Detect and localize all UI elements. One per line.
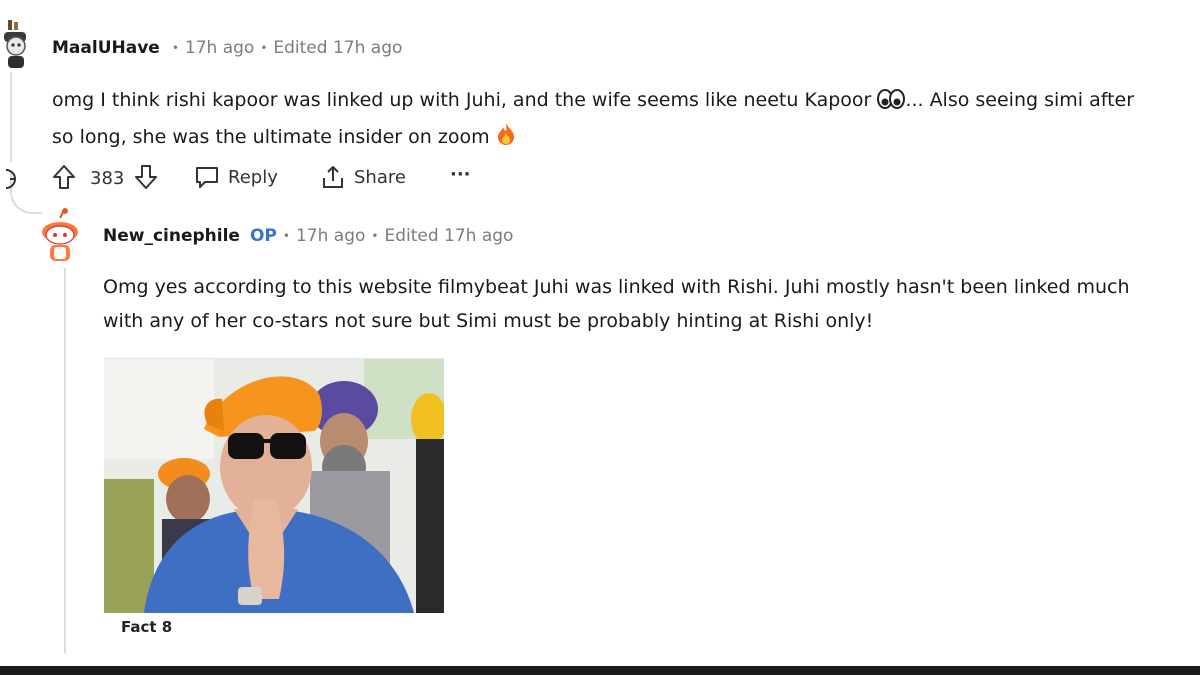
thread-line[interactable] (64, 268, 66, 653)
downvote-button[interactable] (134, 164, 158, 190)
comment-text-line: with any of her co-stars not sure but Si… (103, 310, 874, 332)
avatar[interactable] (2, 18, 40, 68)
username[interactable]: MaalUHave (52, 38, 160, 58)
comment-action-bar: 383 Reply Share ··· (0, 160, 600, 198)
timestamp[interactable]: 17h ago (185, 38, 254, 58)
avatar[interactable] (38, 208, 84, 264)
comment-body: omg I think rishi kapoor was linked up w… (52, 83, 1192, 157)
username[interactable]: New_cinephile (103, 226, 240, 246)
collapse-icon (5, 169, 16, 189)
share-label: Share (354, 166, 406, 188)
image-caption: Fact 8 (121, 618, 173, 636)
comment-text-line: ... Also seeing simi after (905, 89, 1135, 111)
comment-image[interactable] (104, 358, 444, 613)
more-options-icon: ··· (450, 164, 471, 185)
comment-body: Omg yes according to this website filmyb… (103, 270, 1193, 338)
upvote-button[interactable] (52, 164, 76, 190)
timestamp[interactable]: 17h ago (296, 226, 365, 246)
edited-label: Edited 17h ago (384, 226, 514, 246)
bottom-border (0, 666, 1200, 675)
separator-dot: • (171, 41, 179, 55)
eyes-emoji-icon (877, 86, 906, 120)
fire-emoji-icon (496, 122, 516, 157)
comment-text-line: Omg yes according to this website filmyb… (103, 276, 1130, 298)
share-icon (323, 166, 343, 188)
upvote-arrow-icon (53, 165, 75, 189)
share-button[interactable]: Share (320, 164, 406, 190)
separator-dot: • (260, 41, 268, 55)
collapse-thread-button[interactable] (2, 166, 24, 192)
vote-count: 383 (90, 168, 125, 189)
op-badge: OP (249, 226, 277, 246)
reply-label: Reply (228, 166, 278, 188)
comment-text-line: so long, she was the ultimate insider on… (52, 126, 490, 148)
reply-button[interactable]: Reply (194, 164, 278, 190)
reply-bubble-icon (196, 167, 218, 188)
thread-line (10, 72, 12, 162)
photo-illustration (104, 359, 444, 613)
separator-dot: • (282, 229, 290, 243)
separator-dot: • (371, 229, 379, 243)
comment-text-line: omg I think rishi kapoor was linked up w… (52, 89, 872, 111)
more-options-button[interactable]: ··· (450, 164, 471, 185)
comment-meta: New_cinephile OP • 17h ago • Edited 17h … (103, 226, 513, 246)
comment-meta: MaalUHave • 17h ago • Edited 17h ago (52, 38, 402, 58)
downvote-arrow-icon (135, 165, 157, 189)
edited-label: Edited 17h ago (273, 38, 403, 58)
